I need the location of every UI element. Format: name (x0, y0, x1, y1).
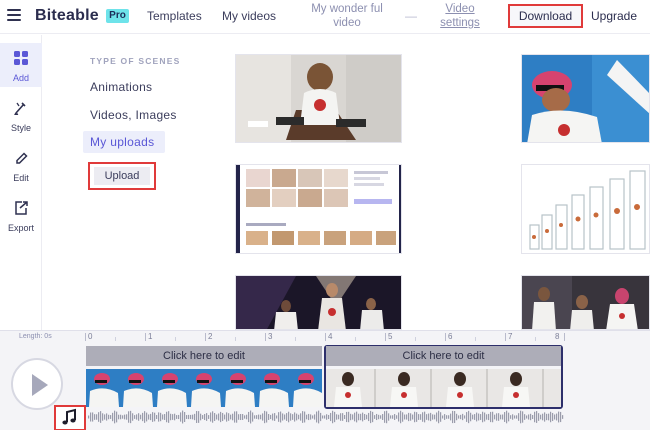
clip-2-edit-bar[interactable]: Click here to edit (326, 346, 561, 366)
upload-button-highlight: Upload (88, 162, 156, 190)
rail-label-export: Export (7, 223, 34, 233)
rail-label-edit: Edit (13, 173, 29, 183)
grid-icon (14, 51, 28, 65)
clip-1-frames[interactable] (86, 369, 322, 407)
rail-label-add: Add (12, 73, 29, 83)
clip-2-frames[interactable] (326, 369, 561, 407)
music-note-icon (62, 408, 76, 425)
ruler-label: 7 (508, 332, 513, 341)
rail-item-edit[interactable]: Edit (0, 143, 42, 187)
left-rail: Add Style Edit Export (0, 35, 42, 330)
ruler-label: 3 (268, 332, 273, 341)
upgrade-link[interactable]: Upgrade (591, 9, 637, 23)
pencil-icon (16, 152, 28, 164)
video-settings-link[interactable]: Video settings (436, 2, 484, 30)
media-thumbnail-stage-performers[interactable] (235, 275, 402, 330)
project-title[interactable]: My wonder ful video (311, 2, 383, 30)
media-thumbnail-test-tubes-row[interactable] (521, 164, 650, 254)
media-thumbnail-man-sitting-on-chair[interactable] (235, 54, 402, 143)
music-button[interactable] (54, 405, 86, 430)
hamburger-menu-icon[interactable] (7, 9, 21, 21)
ruler-label: 4 (328, 332, 333, 341)
scene-type-heading: TYPE OF SCENES (90, 56, 181, 66)
ruler-label: 8 (555, 332, 560, 341)
audio-waveform[interactable] (88, 408, 564, 426)
export-icon (15, 201, 28, 215)
ruler-label: 0 (88, 332, 93, 341)
video-length-label: Length: 0s (19, 333, 52, 340)
title-separator: — (405, 9, 417, 23)
media-thumbnail-dancers-group[interactable] (521, 275, 650, 330)
brush-icon (14, 102, 26, 115)
timeline-panel: Length: 0s 0 1 2 3 4 5 6 7 8 Click here … (0, 330, 650, 430)
nav-templates[interactable]: Templates (147, 9, 202, 23)
nav-my-videos[interactable]: My videos (222, 9, 276, 23)
download-button[interactable]: Download (508, 4, 583, 28)
play-icon (32, 374, 48, 396)
scene-link-videos-images[interactable]: Videos, Images (90, 108, 177, 122)
rail-item-export[interactable]: Export (0, 193, 42, 237)
top-bar: Biteable Pro Templates My videos My wond… (0, 0, 650, 34)
play-button[interactable] (11, 358, 63, 410)
rail-item-add[interactable]: Add (0, 43, 42, 87)
media-thumbnail-template-page-screenshot[interactable] (235, 164, 402, 254)
media-thumbnail-dancer-in-sunglasses[interactable] (521, 54, 650, 143)
ruler-label: 5 (388, 332, 393, 341)
scene-link-animations[interactable]: Animations (90, 80, 152, 94)
upload-button[interactable]: Upload (94, 167, 150, 185)
timeline-ruler[interactable]: 0 1 2 3 4 5 6 7 8 (85, 331, 565, 343)
brand-logo[interactable]: Biteable (35, 7, 99, 25)
rail-item-style[interactable]: Style (0, 93, 42, 137)
clip-1-edit-bar[interactable]: Click here to edit (86, 346, 322, 366)
rail-label-style: Style (10, 123, 31, 133)
pro-badge: Pro (106, 9, 129, 23)
ruler-label: 2 (208, 332, 213, 341)
ruler-label: 6 (448, 332, 453, 341)
ruler-label: 1 (148, 332, 153, 341)
scene-link-my-uploads[interactable]: My uploads (83, 131, 165, 153)
